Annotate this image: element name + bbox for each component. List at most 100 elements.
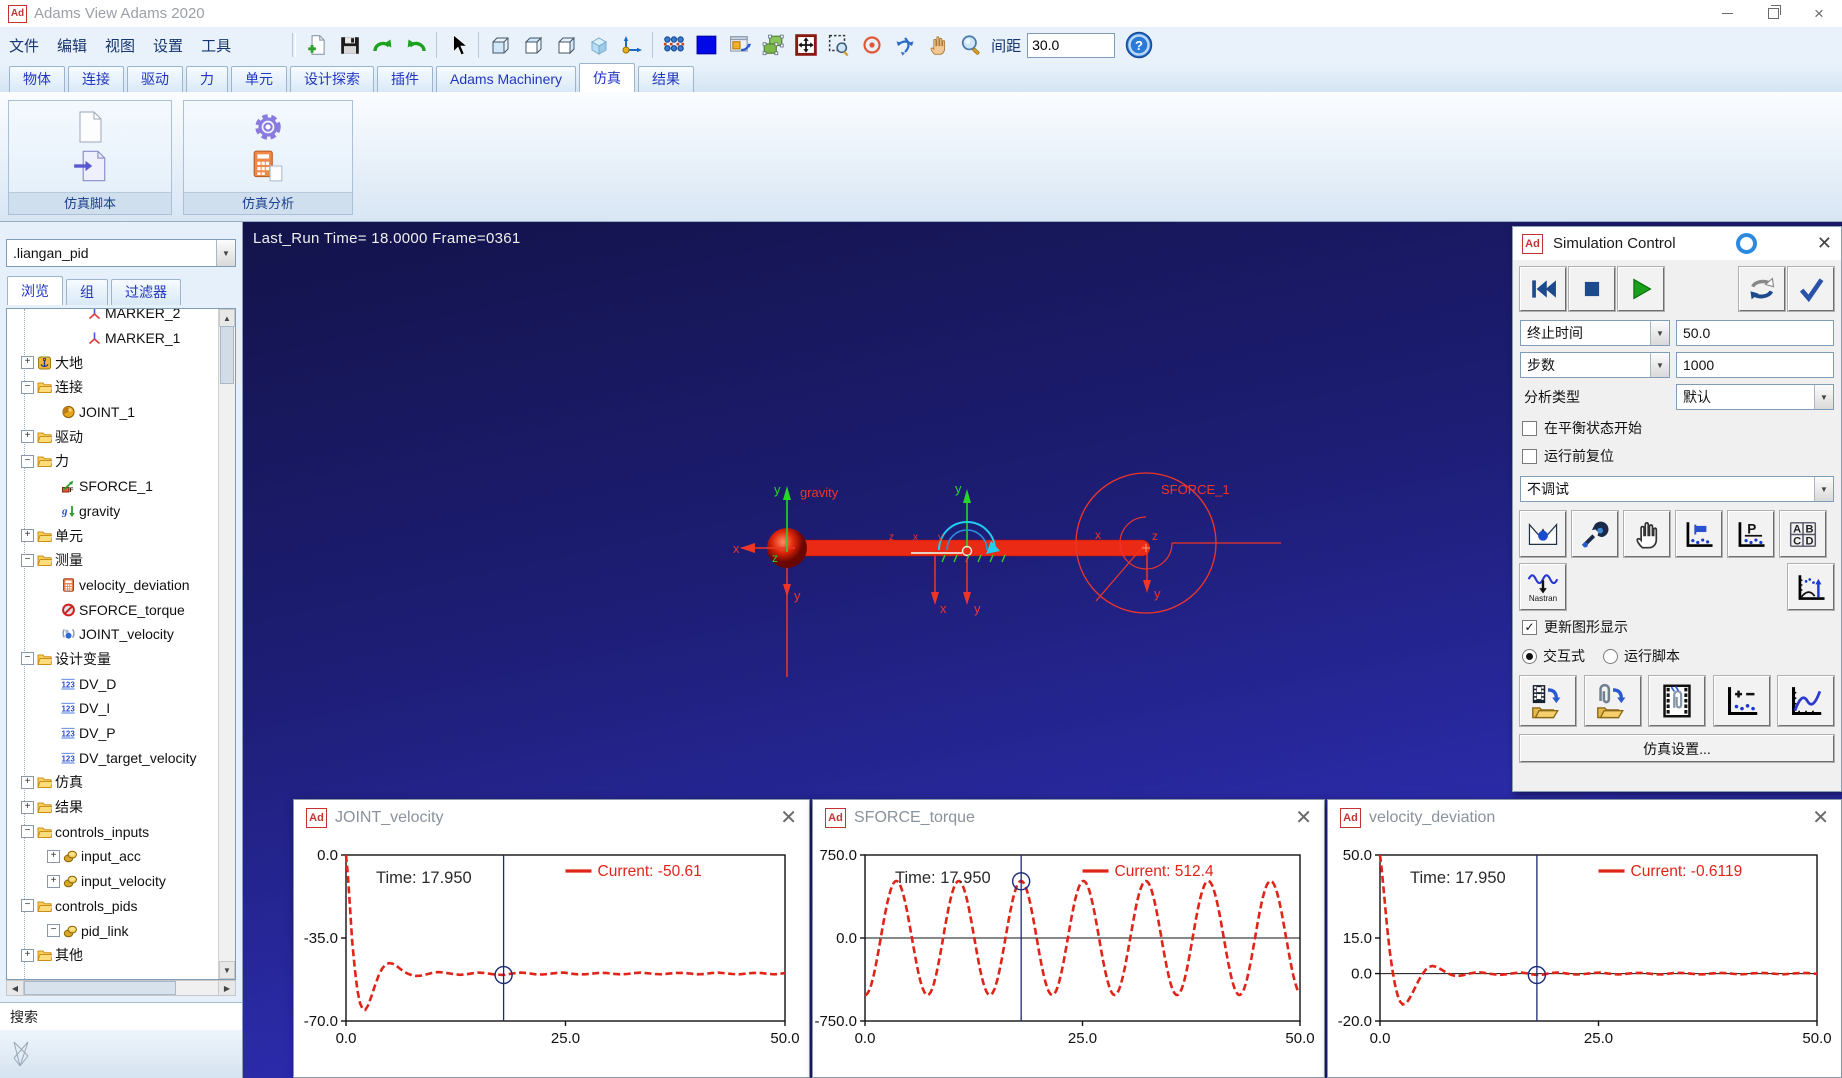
render-mode-button[interactable] (723, 29, 756, 61)
chevron-down-icon[interactable]: ▼ (1814, 385, 1833, 409)
tab-Adams Machinery[interactable]: Adams Machinery (436, 66, 577, 92)
redo-button[interactable] (366, 29, 399, 61)
radio-selected-icon[interactable] (1522, 648, 1537, 664)
expander-minus-icon[interactable]: − (21, 380, 34, 394)
envelope-plot-button[interactable] (1520, 511, 1566, 557)
zoom-button[interactable] (954, 29, 987, 61)
update-display-checkbox[interactable]: ✓ 更新图形显示 (1522, 617, 1832, 637)
tree-vertical-scrollbar[interactable]: ▲ ▼ (218, 309, 235, 979)
chevron-down-icon[interactable]: ▼ (1650, 353, 1669, 377)
analysis-type-selector[interactable]: 默认 ▼ (1676, 384, 1834, 410)
expander-minus-icon[interactable]: − (21, 553, 34, 567)
plot-p-button[interactable]: P (1728, 511, 1774, 557)
tree-item[interactable]: + 结果 (7, 795, 219, 820)
tree-item[interactable]: − 连接 (7, 375, 219, 400)
save-button[interactable] (333, 29, 366, 61)
tab-结果[interactable]: 结果 (638, 66, 695, 92)
tree-item[interactable]: + input_velocity (7, 869, 219, 894)
interactive-radio[interactable]: 交互式 (1522, 646, 1585, 666)
film-save-button[interactable] (1520, 676, 1576, 726)
tree-item[interactable]: − controls_pids (7, 894, 219, 919)
select-arrow-button[interactable] (441, 29, 474, 61)
plot-flag-button[interactable] (1676, 511, 1722, 557)
rewind-button[interactable] (1520, 267, 1566, 311)
tree-item[interactable]: MARKER_1 (7, 326, 219, 351)
radio-icon[interactable] (1603, 648, 1618, 664)
tree-horizontal-scrollbar[interactable]: ◀ ▶ (6, 980, 236, 996)
close-icon[interactable]: ✕ (1817, 233, 1832, 254)
search-input[interactable]: 搜索 (0, 1002, 242, 1031)
spacing-input[interactable] (1027, 32, 1116, 58)
plot-window-velocity-deviation[interactable]: Ad velocity_deviation ✕ 50.0 15.0 0.0 -20.0… (1327, 799, 1842, 1078)
scroll-down-icon[interactable]: ▼ (219, 961, 235, 979)
expander-plus-icon[interactable]: + (47, 874, 60, 888)
chevron-down-icon[interactable]: ▼ (1814, 477, 1833, 501)
scroll-right-icon[interactable]: ▶ (218, 981, 235, 995)
abcd-button[interactable]: ABCD (1780, 511, 1826, 557)
clip-save-button[interactable] (1584, 676, 1641, 726)
cube-front-button[interactable] (483, 29, 516, 61)
plot-titlebar[interactable]: Ad velocity_deviation ✕ (1328, 800, 1841, 836)
menu-item[interactable]: 工具 (192, 38, 240, 55)
menu-item[interactable]: 文件 (0, 38, 48, 55)
tab-单元[interactable]: 单元 (231, 66, 287, 92)
menu-item[interactable]: 编辑 (48, 38, 96, 55)
color-swatch-button[interactable] (690, 29, 723, 61)
tree-item[interactable]: 123 DV_P (7, 721, 219, 746)
tree-item[interactable]: − pid_link (7, 918, 219, 943)
expander-minus-icon[interactable]: − (47, 924, 60, 938)
scroll-up-icon[interactable]: ▲ (219, 309, 235, 327)
plot-titlebar[interactable]: Ad SFORCE_torque ✕ (813, 800, 1324, 836)
scrollbar-thumb[interactable] (220, 326, 234, 384)
tree-item[interactable]: − 测量 (7, 548, 219, 573)
checkbox-checked-icon[interactable]: ✓ (1522, 619, 1537, 635)
ribbon-group[interactable]: 仿真脚本 (8, 100, 172, 215)
plot-window-joint-velocity[interactable]: Ad JOINT_velocity ✕ 0.0 -35.0 -70.0 0.0 25.0… (293, 799, 810, 1078)
tree-item[interactable]: + 其他 (7, 943, 219, 968)
reset-button[interactable] (1739, 267, 1785, 311)
close-button[interactable]: × (1796, 0, 1842, 27)
tree-item[interactable]: + 驱动 (7, 424, 219, 449)
plot-pm-button[interactable] (1713, 676, 1770, 726)
run-script-radio[interactable]: 运行脚本 (1603, 646, 1680, 666)
stop-button[interactable] (1569, 267, 1615, 311)
tab-驱动[interactable]: 驱动 (127, 66, 183, 92)
expander-minus-icon[interactable]: − (21, 652, 34, 666)
tree-item[interactable]: + 仿真 (7, 770, 219, 795)
tree-item[interactable]: JOINT_1 (7, 400, 219, 425)
tree-item[interactable]: − 力 (7, 449, 219, 474)
vertex-grid-button[interactable] (657, 29, 690, 61)
tab-仿真[interactable]: 仿真 (579, 63, 636, 92)
plot-spike-button[interactable] (1788, 564, 1834, 610)
tree-item[interactable]: JOINT_velocity (7, 622, 219, 647)
zoom-area-button[interactable] (822, 29, 855, 61)
sidebar-tab-过滤器[interactable]: 过滤器 (111, 279, 181, 305)
chevron-down-icon[interactable]: ▼ (1650, 321, 1669, 345)
sidebar-tab-组[interactable]: 组 (66, 279, 108, 305)
pan-hand-button[interactable] (921, 29, 954, 61)
fit-view-button[interactable] (789, 29, 822, 61)
new-file-button[interactable] (300, 29, 333, 61)
close-icon[interactable]: ✕ (780, 808, 797, 828)
reset-before-run-checkbox[interactable]: 运行前复位 (1522, 446, 1832, 466)
expander-minus-icon[interactable]: − (21, 899, 34, 913)
menu-item[interactable]: 视图 (96, 38, 144, 55)
plot-curve-button[interactable] (1778, 676, 1834, 726)
close-icon[interactable]: ✕ (1812, 808, 1829, 828)
restore-button[interactable] (1750, 0, 1796, 27)
axes-button[interactable] (615, 29, 648, 61)
expander-plus-icon[interactable]: + (47, 849, 60, 863)
play-button[interactable] (1618, 267, 1664, 311)
cube-top-button[interactable] (549, 29, 582, 61)
steps-input[interactable]: 1000 (1676, 352, 1834, 378)
tab-设计探索[interactable]: 设计探索 (290, 66, 374, 92)
chevron-down-icon[interactable]: ▼ (216, 240, 235, 266)
cube-corner-button[interactable] (516, 29, 549, 61)
ribbon-group[interactable]: 仿真分析 (183, 100, 353, 215)
end-time-input[interactable]: 50.0 (1676, 320, 1834, 346)
scroll-left-icon[interactable]: ◀ (7, 981, 24, 995)
tree-item[interactable]: + 大地 (7, 350, 219, 375)
expander-plus-icon[interactable]: + (21, 529, 34, 543)
expander-plus-icon[interactable]: + (21, 775, 34, 789)
model-selector[interactable]: .liangan_pid ▼ (6, 239, 236, 267)
